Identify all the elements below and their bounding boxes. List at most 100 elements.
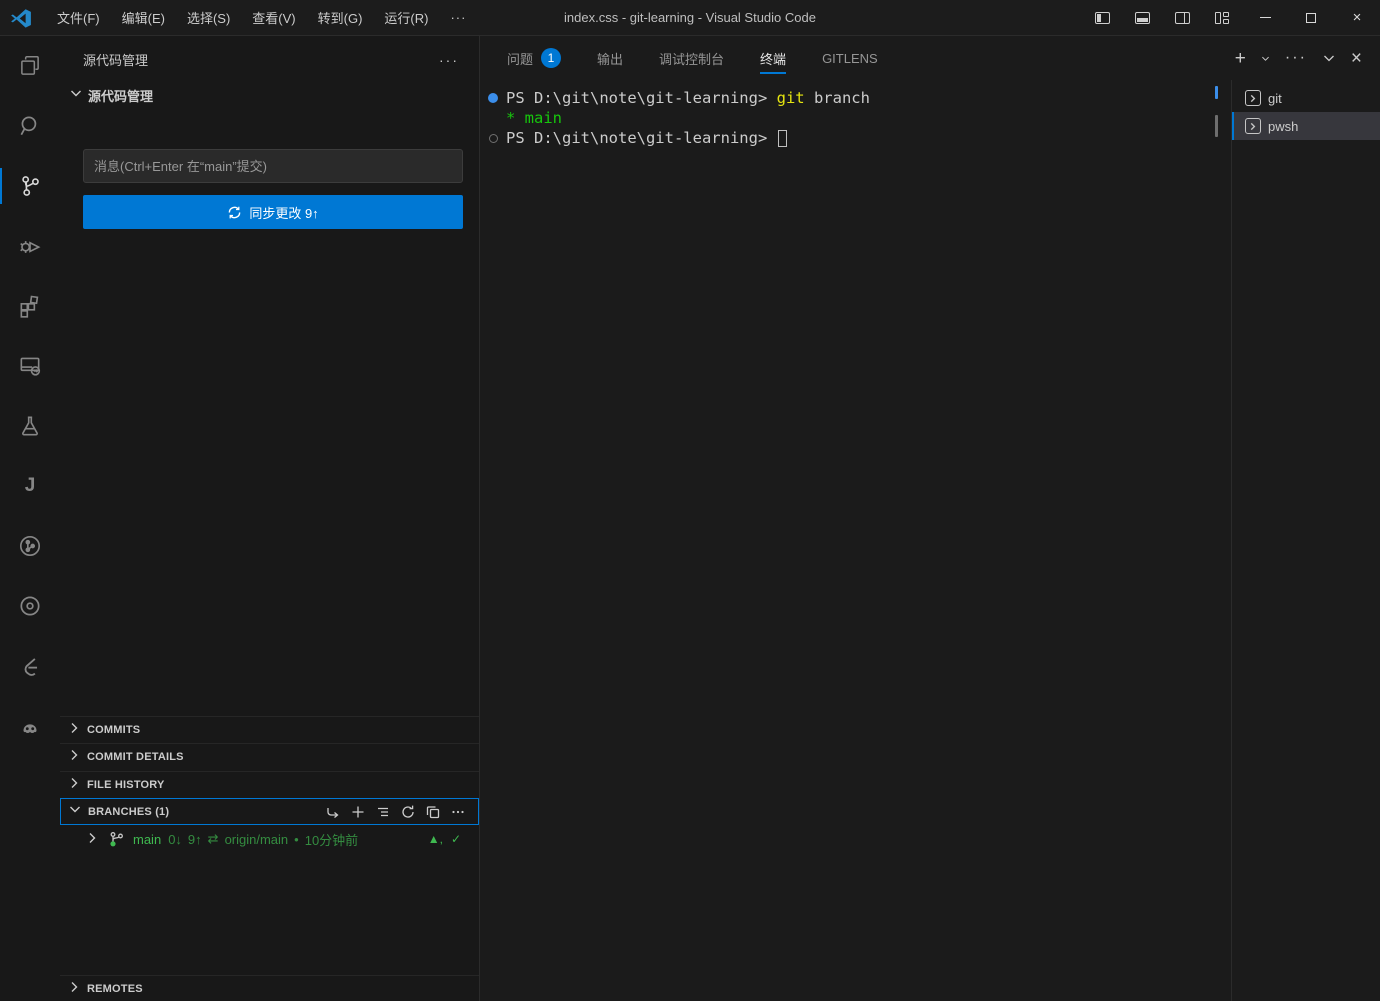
branch-sync-arrows: ⇄ <box>208 831 219 847</box>
menu-view[interactable]: 查看(V) <box>241 0 306 35</box>
terminal-output[interactable]: PS D:\git\note\git-learning> git branch … <box>480 80 1231 1001</box>
panel-chevron-down-icon[interactable] <box>1321 50 1337 66</box>
monster-extension-icon[interactable] <box>0 696 60 756</box>
title-bar: 文件(F) 编辑(E) 选择(S) 查看(V) 转到(G) 运行(R) ··· … <box>0 0 1380 36</box>
branch-tracking: origin/main <box>225 832 289 847</box>
terminal-cursor <box>778 130 787 147</box>
section-file-history[interactable]: FILE HISTORY <box>60 771 479 798</box>
customize-layout-button[interactable] <box>1202 0 1242 35</box>
panel-more-actions-button[interactable]: ··· <box>1285 49 1307 67</box>
testing-icon[interactable] <box>0 396 60 456</box>
branch-unpushed-icon: ▲, <box>428 832 443 846</box>
menu-file[interactable]: 文件(F) <box>46 0 111 35</box>
terminal-prompt: PS D:\git\note\git-learning> <box>506 128 777 148</box>
panel-actions: + ··· × <box>1235 49 1380 68</box>
more-actions-icon[interactable] <box>450 804 466 820</box>
menu-goto[interactable]: 转到(G) <box>307 0 374 35</box>
menu-more-button[interactable]: ··· <box>439 10 477 25</box>
search-icon[interactable] <box>0 96 60 156</box>
maximize-icon <box>1306 13 1316 23</box>
branch-check-icon: ✓ <box>451 832 461 846</box>
scm-repo-section-label: 源代码管理 <box>88 86 153 105</box>
terminal-line-output: * main <box>480 108 1231 128</box>
branch-dot-separator: • <box>294 832 299 847</box>
close-panel-button[interactable]: × <box>1351 49 1362 68</box>
sidebar-more-actions-button[interactable]: ··· <box>439 52 459 68</box>
git-branch-icon <box>108 831 125 848</box>
minimize-icon <box>1260 17 1271 18</box>
terminal-profile-dropdown-icon[interactable] <box>1260 53 1271 64</box>
activity-bar: J <box>0 36 60 1001</box>
commit-message-input[interactable] <box>83 149 463 183</box>
scrollbar-prompt-mark <box>1215 115 1218 137</box>
layout-sidebar-left-icon <box>1095 12 1110 24</box>
branch-status-icons: ▲, ✓ <box>428 832 479 846</box>
tab-debug-console[interactable]: 调试控制台 <box>659 36 724 80</box>
switch-branch-icon[interactable] <box>325 804 341 820</box>
terminal-tab-pwsh[interactable]: pwsh <box>1232 112 1380 140</box>
chevron-right-icon <box>66 747 82 768</box>
terminal-line-prompt: PS D:\git\note\git-learning> <box>480 128 1231 148</box>
sync-changes-button[interactable]: 同步更改 9↑ <box>83 195 463 229</box>
tab-terminal[interactable]: 终端 <box>760 36 786 80</box>
tab-output[interactable]: 输出 <box>597 36 623 80</box>
chevron-down-icon <box>68 85 84 106</box>
chevron-right-icon <box>66 720 82 741</box>
scm-repo-section-header[interactable]: 源代码管理 <box>60 73 479 112</box>
menu-edit[interactable]: 编辑(E) <box>111 0 176 35</box>
bottom-panel: 问题 1 输出 调试控制台 终端 GITLENS + ··· × PS D:\g… <box>480 36 1380 1001</box>
source-control-icon[interactable] <box>0 156 60 216</box>
compare-copy-icon[interactable] <box>425 804 441 820</box>
terminal-tabs-list: git pwsh <box>1231 80 1380 1001</box>
j-extension-icon[interactable]: J <box>0 456 60 516</box>
layout-panel-icon <box>1135 12 1150 24</box>
terminal-command-args: branch <box>805 88 870 108</box>
branch-row-main[interactable]: main 0↓ 9↑ ⇄ origin/main • 10分钟前 ▲, ✓ <box>60 825 479 853</box>
close-window-button[interactable]: × <box>1334 0 1380 35</box>
section-branches[interactable]: BRANCHES (1) <box>60 798 479 825</box>
terminal-tab-git[interactable]: git <box>1232 84 1380 112</box>
toggle-secondary-sidebar-button[interactable] <box>1162 0 1202 35</box>
section-commit-details[interactable]: COMMIT DETAILS <box>60 743 479 770</box>
maximize-button[interactable] <box>1288 0 1334 35</box>
tab-gitlens[interactable]: GITLENS <box>822 36 878 80</box>
problems-count-badge: 1 <box>541 48 561 68</box>
remote-explorer-icon[interactable] <box>0 336 60 396</box>
sync-changes-label: 同步更改 9↑ <box>249 203 318 222</box>
window-title: index.css - git-learning - Visual Studio… <box>564 10 816 25</box>
extensions-icon[interactable] <box>0 276 60 336</box>
chevron-right-icon <box>84 830 100 849</box>
add-branch-icon[interactable] <box>350 804 366 820</box>
tab-problems[interactable]: 问题 1 <box>507 36 561 80</box>
explorer-icon[interactable] <box>0 36 60 96</box>
source-control-sidebar: 源代码管理 ··· 源代码管理 同步更改 9↑ COMMITS <box>60 36 480 1001</box>
panel-tab-bar: 问题 1 输出 调试控制台 终端 GITLENS + ··· × <box>480 36 1380 80</box>
refresh-icon[interactable] <box>400 804 416 820</box>
menu-run[interactable]: 运行(R) <box>373 0 439 35</box>
record-target-icon[interactable] <box>0 576 60 636</box>
new-terminal-button[interactable]: + <box>1235 49 1246 68</box>
branch-name: main <box>133 832 161 847</box>
chevron-right-icon <box>66 979 82 1000</box>
menu-bar: 文件(F) 编辑(E) 选择(S) 查看(V) 转到(G) 运行(R) ··· <box>46 0 477 35</box>
view-as-tree-icon[interactable] <box>375 804 391 820</box>
section-remotes[interactable]: REMOTES <box>60 975 479 1001</box>
minimize-button[interactable] <box>1242 0 1288 35</box>
leetcode-icon[interactable] <box>0 636 60 696</box>
toggle-sidebar-button[interactable] <box>1082 0 1122 35</box>
scrollbar-command-mark <box>1215 86 1218 99</box>
command-pending-decoration-icon[interactable] <box>489 134 498 143</box>
section-commits[interactable]: COMMITS <box>60 716 479 743</box>
chevron-right-icon <box>66 775 82 796</box>
sidebar-pane-title: 源代码管理 <box>83 50 148 69</box>
run-and-debug-icon[interactable] <box>0 216 60 276</box>
branch-last-commit-time: 10分钟前 <box>305 830 358 849</box>
vscode-logo-icon <box>10 7 32 29</box>
terminal-prompt: PS D:\git\note\git-learning> <box>506 88 777 108</box>
menu-selection[interactable]: 选择(S) <box>176 0 241 35</box>
git-graph-icon[interactable] <box>0 516 60 576</box>
command-success-decoration-icon[interactable] <box>488 93 498 103</box>
terminal-branch-output: * main <box>506 108 562 128</box>
toggle-panel-button[interactable] <box>1122 0 1162 35</box>
sync-icon <box>227 205 242 220</box>
